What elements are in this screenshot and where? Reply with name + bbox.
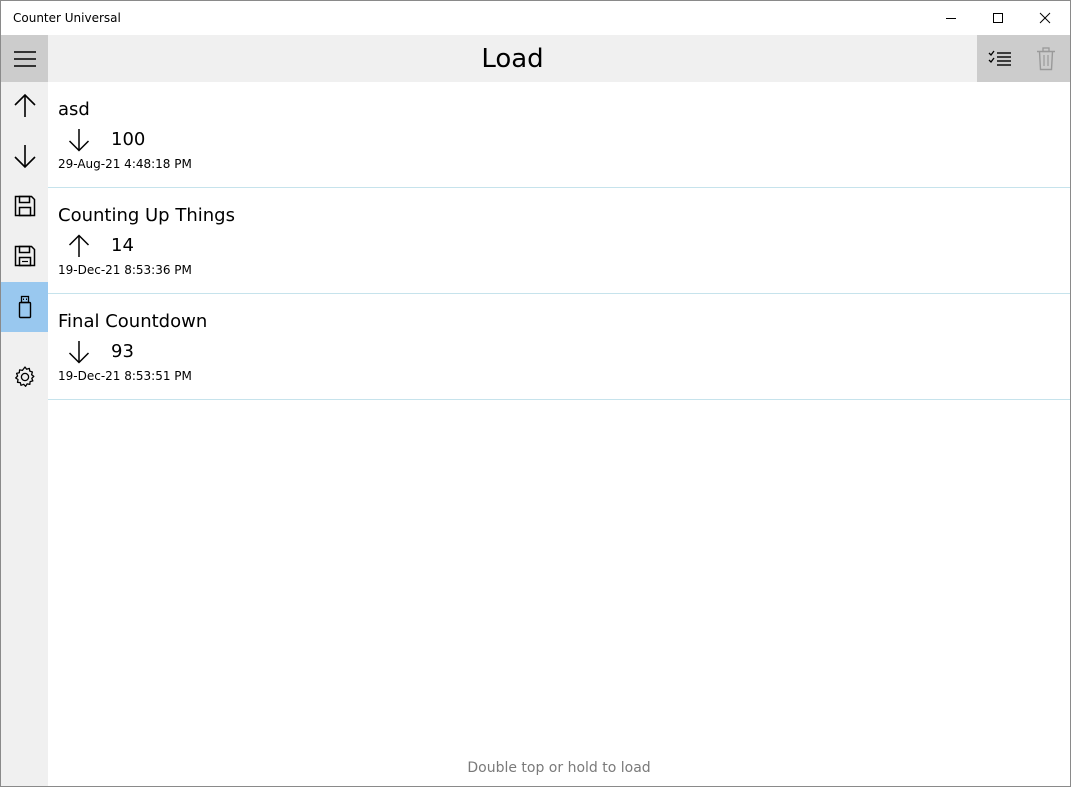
app-window: Counter Universal Load asd 100 29-Aug-21… <box>0 0 1071 787</box>
save-icon <box>14 195 35 217</box>
list-item[interactable]: Counting Up Things 14 19-Dec-21 8:53:36 … <box>48 188 1070 294</box>
command-bar <box>977 35 1070 82</box>
page-header: Load <box>48 35 977 82</box>
counter-name: asd <box>58 99 90 120</box>
list-item[interactable]: Final Countdown 93 19-Dec-21 8:53:51 PM <box>48 294 1070 400</box>
load-hint: Double top or hold to load <box>467 760 651 776</box>
counter-value: 100 <box>111 129 146 150</box>
counter-value: 14 <box>111 235 134 256</box>
arrow-down-icon <box>13 145 36 169</box>
checklist-icon <box>988 50 1011 66</box>
maximize-icon <box>993 13 1003 23</box>
arrow-up-icon <box>68 234 90 257</box>
arrow-up-icon <box>13 93 36 117</box>
counter-value: 93 <box>111 341 134 362</box>
save-as-icon <box>14 245 35 267</box>
gear-icon <box>14 366 34 387</box>
sidebar-item-settings[interactable] <box>1 353 48 401</box>
sidebar-item-count-down[interactable] <box>1 132 48 180</box>
trash-icon <box>1037 46 1055 70</box>
arrow-down-icon <box>68 341 90 364</box>
hamburger-menu-button[interactable] <box>1 35 48 82</box>
counter-name: Counting Up Things <box>58 205 235 226</box>
usb-drive-icon <box>18 295 31 319</box>
close-button[interactable] <box>1022 1 1068 35</box>
select-mode-button[interactable] <box>977 35 1023 82</box>
sidebar-item-save[interactable] <box>1 182 48 230</box>
counter-name: Final Countdown <box>58 311 208 332</box>
sidebar-item-count-up[interactable] <box>1 82 48 130</box>
sidebar-item-save-as[interactable] <box>1 232 48 280</box>
counter-date: 29-Aug-21 4:48:18 PM <box>58 157 192 171</box>
maximize-button[interactable] <box>975 1 1021 35</box>
app-title: Counter Universal <box>13 11 121 25</box>
close-icon <box>1039 12 1051 24</box>
minimize-button[interactable] <box>928 1 974 35</box>
counter-date: 19-Dec-21 8:53:51 PM <box>58 369 192 383</box>
title-bar: Counter Universal <box>1 1 1070 35</box>
page-title: Load <box>481 44 544 74</box>
delete-button[interactable] <box>1023 35 1069 82</box>
list-item[interactable]: asd 100 29-Aug-21 4:48:18 PM <box>48 82 1070 188</box>
counter-date: 19-Dec-21 8:53:36 PM <box>58 263 192 277</box>
sidebar <box>1 35 48 786</box>
arrow-down-icon <box>68 129 90 152</box>
sidebar-item-load[interactable] <box>1 282 48 332</box>
counter-list: asd 100 29-Aug-21 4:48:18 PM Counting Up… <box>48 82 1070 400</box>
hamburger-icon <box>13 50 36 67</box>
minimize-icon <box>946 18 956 19</box>
